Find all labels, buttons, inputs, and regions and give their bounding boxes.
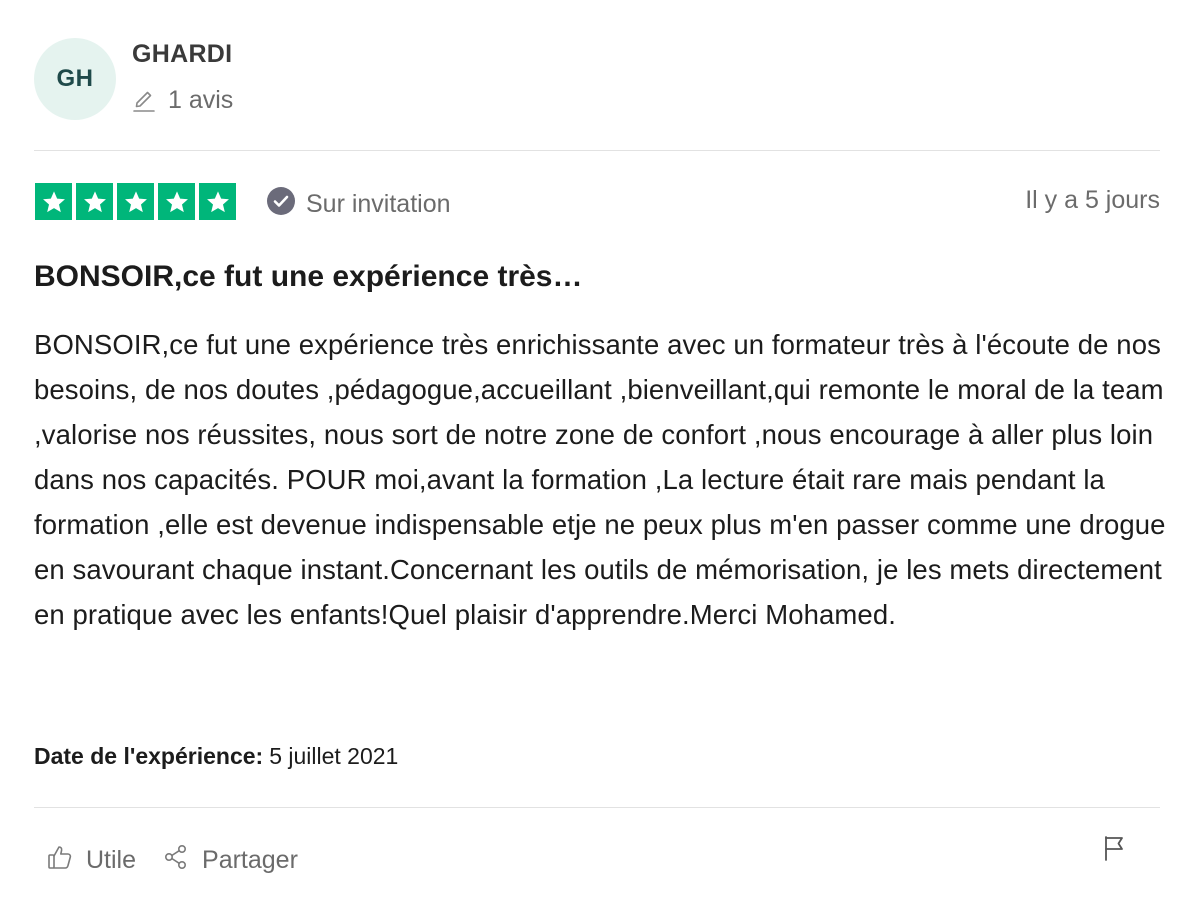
star-icon [76, 183, 113, 220]
experience-date-value: 5 juillet 2021 [269, 743, 399, 769]
star-icon [117, 183, 154, 220]
review-count: 1 avis [132, 86, 233, 115]
experience-date-label: Date de l'expérience: [34, 743, 264, 769]
check-circle-icon [266, 186, 296, 223]
star-icon [158, 183, 195, 220]
star-icon [35, 183, 72, 220]
review-card: GH GHARDI 1 avis Sur invitation Il y a 5… [0, 0, 1200, 916]
review-date[interactable]: Il y a 5 jours [1025, 186, 1160, 215]
thumbs-up-icon [46, 843, 74, 878]
useful-label: Utile [86, 846, 137, 874]
review-actions: Utile Partager [46, 843, 298, 878]
review-count-label: 1 avis [168, 86, 234, 114]
star-icon [199, 183, 236, 220]
reviewer-name[interactable]: GHARDI [132, 40, 232, 69]
verified-label: Sur invitation [306, 190, 451, 218]
share-icon [162, 843, 190, 878]
experience-date: Date de l'expérience: 5 juillet 2021 [34, 743, 398, 770]
review-title[interactable]: BONSOIR,ce fut une expérience très… [34, 260, 1160, 294]
useful-button[interactable]: Utile [46, 843, 136, 878]
verified-badge[interactable]: Sur invitation [266, 186, 451, 223]
flag-icon[interactable] [1102, 834, 1128, 867]
share-button[interactable]: Partager [162, 843, 298, 878]
star-rating [35, 183, 236, 220]
avatar[interactable]: GH [34, 38, 116, 120]
avatar-initials: GH [56, 65, 94, 92]
footer-divider [34, 807, 1160, 808]
header-divider [34, 150, 1160, 151]
review-body: BONSOIR,ce fut une expérience très enric… [34, 329, 1166, 630]
share-label: Partager [202, 846, 298, 874]
pencil-icon [132, 89, 156, 113]
